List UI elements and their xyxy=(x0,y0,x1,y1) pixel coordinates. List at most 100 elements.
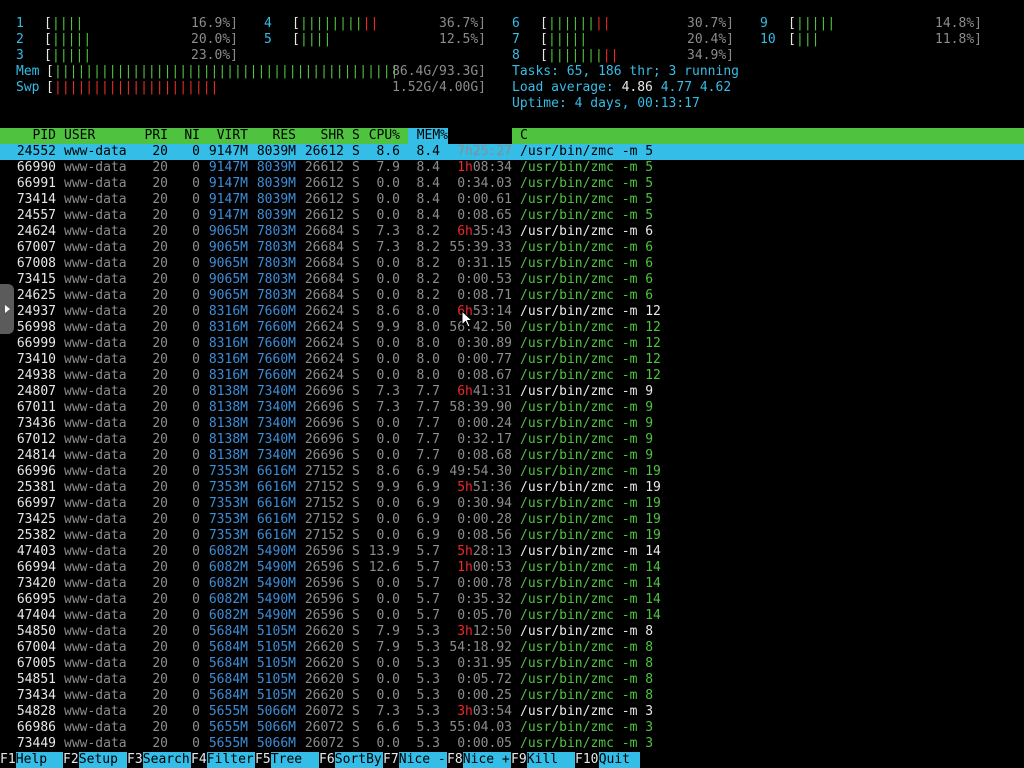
process-mem: 8.4 xyxy=(416,176,440,191)
process-row[interactable]: 54828 www-data 20 0 5655M 5066M 26072 S 7.3 5.3 3h… xyxy=(0,704,1024,720)
process-row[interactable]: 24552 www-data 20 0 9147M 8039M 26612 S 8.6 8.4 7h… xyxy=(0,144,1024,160)
process-row[interactable]: 47403 www-data 20 0 6082M 5490M 26596 S 13.9 5.7 5… xyxy=(0,544,1024,560)
process-virt: 9147M xyxy=(208,192,248,207)
process-priority: 20 xyxy=(152,352,168,367)
process-cpu: 0.0 xyxy=(376,368,400,383)
process-pid: 67004 xyxy=(16,640,56,655)
process-pid: 73449 xyxy=(16,736,56,751)
function-key-label-tree[interactable]: Tree xyxy=(270,752,319,768)
process-row[interactable]: 73434 www-data 20 0 5684M 5105M 26620 S 0.0 5.3 0:… xyxy=(0,688,1024,704)
process-pid: 25381 xyxy=(16,480,56,495)
function-key-label-kill[interactable]: Kill xyxy=(526,752,575,768)
process-row[interactable]: 67008 www-data 20 0 9065M 7803M 26684 S 0.0 8.2 0:… xyxy=(0,256,1024,272)
process-row[interactable]: 66995 www-data 20 0 6082M 5490M 26596 S 0.0 5.7 0:… xyxy=(0,592,1024,608)
column-header-shr: SHR xyxy=(320,128,344,143)
function-key-f6[interactable]: F6 xyxy=(319,752,335,768)
process-row[interactable]: 24938 www-data 20 0 8316M 7660M 26624 S 0.0 8.0 0:… xyxy=(0,368,1024,384)
process-row[interactable]: 67011 www-data 20 0 8138M 7340M 26696 S 7.3 7.7 58… xyxy=(0,400,1024,416)
process-pid: 67005 xyxy=(16,656,56,671)
process-virt: 9065M xyxy=(208,272,248,287)
function-key-label-setup[interactable]: Setup xyxy=(78,752,127,768)
function-key-label-help[interactable]: Help xyxy=(15,752,63,768)
process-command: /usr/bin/zmc -m 6 xyxy=(520,240,654,255)
process-user: www-data xyxy=(64,576,127,591)
process-res: 5105M xyxy=(256,672,296,687)
cpu-meter-8: 8 [||||||||| 34.9%] xyxy=(0,48,1024,64)
function-key-f5[interactable]: F5 xyxy=(255,752,271,768)
process-row[interactable]: 24625 www-data 20 0 9065M 7803M 26684 S 0.0 8.2 0:… xyxy=(0,288,1024,304)
process-row[interactable]: 73425 www-data 20 0 7353M 6616M 27152 S 0.0 6.9 0:… xyxy=(0,512,1024,528)
process-mem: 6.9 xyxy=(416,464,440,479)
process-nice: 0 xyxy=(192,720,200,735)
process-row[interactable]: 56998 www-data 20 0 8316M 7660M 26624 S 9.9 8.0 56… xyxy=(0,320,1024,336)
process-row[interactable]: 24807 www-data 20 0 8138M 7340M 26696 S 7.3 7.7 6h… xyxy=(0,384,1024,400)
process-virt: 9065M xyxy=(208,256,248,271)
process-state: S xyxy=(352,528,360,543)
process-row[interactable]: 67007 www-data 20 0 9065M 7803M 26684 S 7.3 8.2 55… xyxy=(0,240,1024,256)
process-row[interactable]: 25381 www-data 20 0 7353M 6616M 27152 S 9.9 6.9 5h… xyxy=(0,480,1024,496)
function-key-f1[interactable]: F1 xyxy=(0,752,16,768)
process-row[interactable]: 66996 www-data 20 0 7353M 6616M 27152 S 8.6 6.9 49… xyxy=(0,464,1024,480)
function-key-f4[interactable]: F4 xyxy=(191,752,207,768)
process-row[interactable]: 24937 www-data 20 0 8316M 7660M 26624 S 8.6 8.0 6h… xyxy=(0,304,1024,320)
function-key-label-nice[interactable]: Nice + xyxy=(462,752,511,768)
process-row[interactable]: 73436 www-data 20 0 8138M 7340M 26696 S 0.0 7.7 0:… xyxy=(0,416,1024,432)
function-key-label-sortby[interactable]: SortBy xyxy=(334,752,383,768)
process-nice: 0 xyxy=(192,688,200,703)
process-row[interactable]: 25382 www-data 20 0 7353M 6616M 27152 S 0.0 6.9 0:… xyxy=(0,528,1024,544)
process-command: /usr/bin/zmc -m 6 xyxy=(520,288,654,303)
process-res: 5066M xyxy=(256,720,296,735)
process-row[interactable]: 67004 www-data 20 0 5684M 5105M 26620 S 7.9 5.3 54… xyxy=(0,640,1024,656)
process-row[interactable]: 67012 www-data 20 0 8138M 7340M 26696 S 0.0 7.7 0:… xyxy=(0,432,1024,448)
function-key-label-quit[interactable]: Quit xyxy=(598,752,640,768)
process-row[interactable]: 66986 www-data 20 0 5655M 5066M 26072 S 6.6 5.3 55… xyxy=(0,720,1024,736)
function-key-f10[interactable]: F10 xyxy=(575,752,598,768)
process-shr: 26620 xyxy=(304,640,344,655)
function-key-label-filter[interactable]: Filter xyxy=(206,752,255,768)
process-row[interactable]: 73420 www-data 20 0 6082M 5490M 26596 S 0.0 5.7 0:… xyxy=(0,576,1024,592)
process-priority: 20 xyxy=(152,384,168,399)
process-time: 0:00.05 xyxy=(457,736,512,751)
process-res: 5490M xyxy=(256,608,296,623)
function-key-f9[interactable]: F9 xyxy=(511,752,527,768)
process-row[interactable]: 24624 www-data 20 0 9065M 7803M 26684 S 7.3 8.2 6h… xyxy=(0,224,1024,240)
process-cpu: 8.6 xyxy=(376,144,400,159)
process-pid: 47404 xyxy=(16,608,56,623)
process-row[interactable]: 54851 www-data 20 0 5684M 5105M 26620 S 0.0 5.3 0:… xyxy=(0,672,1024,688)
process-priority: 20 xyxy=(152,416,168,431)
process-row[interactable]: 24814 www-data 20 0 8138M 7340M 26696 S 0.0 7.7 0:… xyxy=(0,448,1024,464)
process-row[interactable]: 67005 www-data 20 0 5684M 5105M 26620 S 0.0 5.3 0:… xyxy=(0,656,1024,672)
function-key-f3[interactable]: F3 xyxy=(127,752,143,768)
process-row[interactable]: 73410 www-data 20 0 8316M 7660M 26624 S 0.0 8.0 0:… xyxy=(0,352,1024,368)
function-key-f2[interactable]: F2 xyxy=(63,752,79,768)
process-row[interactable]: 66999 www-data 20 0 8316M 7660M 26624 S 0.0 8.0 0:… xyxy=(0,336,1024,352)
process-row[interactable]: 66994 www-data 20 0 6082M 5490M 26596 S 12.6 5.7 1… xyxy=(0,560,1024,576)
function-key-label-search[interactable]: Search xyxy=(142,752,191,768)
process-res: 5490M xyxy=(256,576,296,591)
column-header-mem-sorted[interactable]: MEM% xyxy=(408,128,448,144)
function-key-f7[interactable]: F7 xyxy=(383,752,399,768)
function-key-f8[interactable]: F8 xyxy=(447,752,463,768)
process-virt: 6082M xyxy=(208,608,248,623)
column-header-time xyxy=(448,128,512,144)
process-row[interactable]: 66997 www-data 20 0 7353M 6616M 27152 S 0.0 6.9 0:… xyxy=(0,496,1024,512)
process-row[interactable]: 66990 www-data 20 0 9147M 8039M 26612 S 7.9 8.4 1h… xyxy=(0,160,1024,176)
process-nice: 0 xyxy=(192,224,200,239)
process-nice: 0 xyxy=(192,304,200,319)
process-row[interactable]: 73449 www-data 20 0 5655M 5066M 26072 S 0.0 5.3 0:… xyxy=(0,736,1024,752)
process-state: S xyxy=(352,464,360,479)
process-virt: 6082M xyxy=(208,592,248,607)
process-nice: 0 xyxy=(192,496,200,511)
process-row[interactable]: 66991 www-data 20 0 9147M 8039M 26612 S 0.0 8.4 0:… xyxy=(0,176,1024,192)
process-cpu: 12.6 xyxy=(368,560,400,575)
process-time: 0:30.94 xyxy=(457,496,512,511)
function-key-label-nice[interactable]: Nice - xyxy=(398,752,447,768)
process-time: 0:00.28 xyxy=(457,512,512,527)
process-pid: 54828 xyxy=(16,704,56,719)
side-panel-toggle[interactable] xyxy=(0,284,14,334)
process-row[interactable]: 54850 www-data 20 0 5684M 5105M 26620 S 7.9 5.3 3h… xyxy=(0,624,1024,640)
process-row[interactable]: 47404 www-data 20 0 6082M 5490M 26596 S 0.0 5.7 0:… xyxy=(0,608,1024,624)
process-row[interactable]: 73414 www-data 20 0 9147M 8039M 26612 S 0.0 8.4 0:… xyxy=(0,192,1024,208)
process-row[interactable]: 24557 www-data 20 0 9147M 8039M 26612 S 0.0 8.4 0:… xyxy=(0,208,1024,224)
process-row[interactable]: 73415 www-data 20 0 9065M 7803M 26684 S 0.0 8.2 0:… xyxy=(0,272,1024,288)
